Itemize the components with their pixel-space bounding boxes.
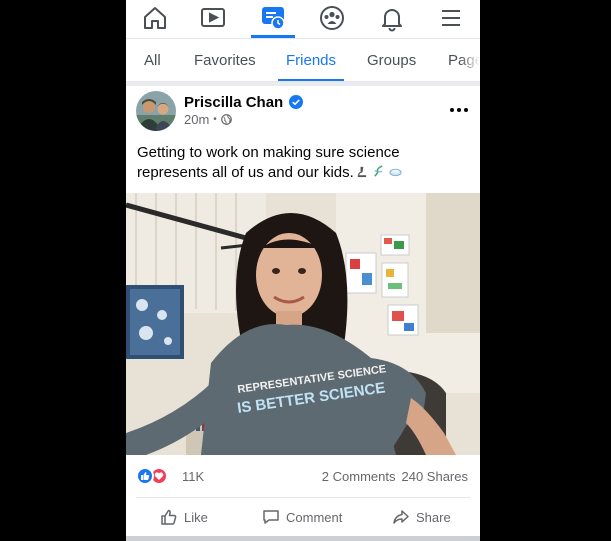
post-author-row: Priscilla Chan — [184, 93, 304, 111]
nav-menu-button[interactable] — [426, 0, 476, 36]
home-icon — [144, 7, 166, 29]
post-text-line: Getting to work on making sure science — [137, 144, 400, 161]
globe-icon — [220, 113, 232, 125]
like-label: Like — [184, 509, 208, 525]
feeds-icon — [262, 7, 285, 30]
dna-emoji-icon — [372, 164, 385, 178]
nav-video-button[interactable] — [188, 0, 238, 36]
share-icon — [393, 510, 409, 524]
like-reaction-icon — [136, 467, 154, 485]
post-emoji-row — [355, 163, 402, 179]
video-icon — [201, 8, 225, 27]
post-meta: 20m • — [184, 112, 232, 127]
comment-icon — [263, 510, 279, 524]
petri-dish-emoji-icon — [389, 165, 402, 178]
more-dot-icon — [457, 108, 461, 112]
engagement-counts: 2 Comments 240 Shares — [322, 469, 468, 484]
actions-divider — [136, 497, 470, 498]
share-label: Share — [416, 509, 451, 525]
post-timestamp[interactable]: 20m — [184, 112, 209, 127]
post-photo-image: REPRESENTATIVE SCIENCE IS BETTER SCIENCE — [126, 193, 480, 455]
post-text: Getting to work on making sure science r… — [137, 143, 467, 183]
comment-label: Comment — [286, 509, 343, 525]
bell-icon — [382, 9, 402, 32]
nav-home-button[interactable] — [130, 0, 180, 36]
tab-friends[interactable]: Friends — [286, 39, 336, 81]
post-author-name[interactable]: Priscilla Chan — [184, 94, 283, 111]
groups-icon — [320, 6, 344, 30]
shares-count-link[interactable]: 240 Shares — [402, 469, 469, 484]
more-dot-icon — [450, 108, 454, 112]
tabs-scroll-fade — [460, 39, 480, 81]
post-photo[interactable]: REPRESENTATIVE SCIENCE IS BETTER SCIENCE — [126, 193, 480, 455]
menu-icon — [442, 10, 460, 26]
comments-count-link[interactable]: 2 Comments — [322, 469, 396, 484]
next-post-separator — [126, 536, 480, 541]
avatar[interactable] — [136, 91, 176, 131]
comment-button[interactable]: Comment — [262, 506, 342, 528]
top-navigation-bar — [126, 0, 480, 38]
nav-feeds-button[interactable] — [248, 0, 298, 36]
tab-all[interactable]: All — [144, 39, 161, 81]
more-dot-icon — [464, 108, 468, 112]
meta-separator: • — [213, 113, 217, 125]
feed-filter-tabs: All Favorites Friends Groups Pages — [126, 38, 480, 82]
tab-groups[interactable]: Groups — [367, 39, 416, 81]
reactions-summary[interactable]: 11K — [136, 466, 204, 486]
post-text-line: represents all of us and our kids. — [137, 164, 354, 181]
share-button[interactable]: Share — [392, 506, 451, 528]
facebook-app-screen: All Favorites Friends Groups Pages Prisc… — [126, 0, 480, 541]
microscope-emoji-icon — [355, 165, 368, 178]
nav-notifications-button[interactable] — [367, 0, 417, 36]
tab-favorites[interactable]: Favorites — [194, 39, 256, 81]
section-divider — [126, 82, 480, 86]
nav-groups-button[interactable] — [307, 0, 357, 36]
like-button[interactable]: Like — [160, 506, 208, 528]
post-options-button[interactable] — [446, 100, 472, 120]
avatar-photo — [136, 91, 176, 131]
thumbs-up-icon — [161, 509, 177, 525]
reaction-count: 11K — [182, 468, 205, 484]
verified-badge-icon — [289, 95, 304, 109]
